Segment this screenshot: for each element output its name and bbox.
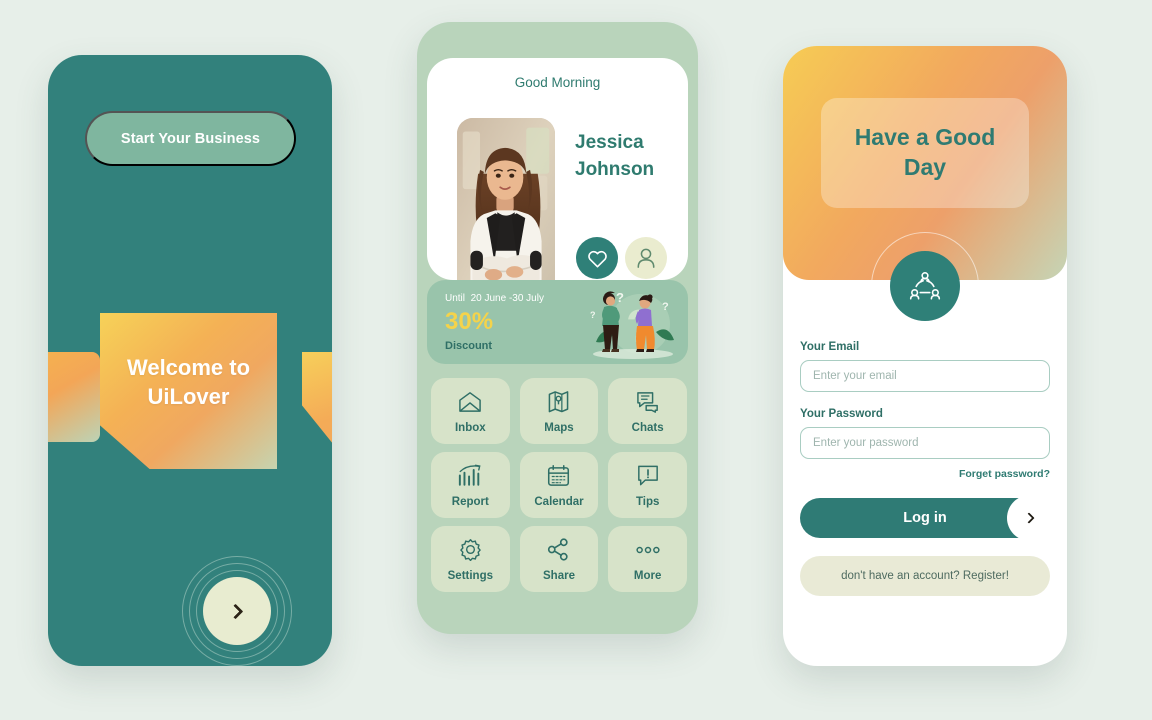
welcome-title: Welcome to UiLover xyxy=(126,354,251,409)
promo-percent: 30% xyxy=(445,308,494,335)
password-label: Your Password xyxy=(800,408,883,420)
chat-bubbles-icon xyxy=(636,389,660,415)
next-button-group xyxy=(182,556,292,666)
gear-icon xyxy=(459,537,482,563)
tile-more[interactable]: More xyxy=(608,526,687,592)
tile-label: More xyxy=(633,569,662,582)
greeting-text: Good Morning xyxy=(514,75,601,90)
map-pin-icon xyxy=(548,389,569,415)
svg-text:?: ? xyxy=(662,301,669,313)
calendar-icon xyxy=(547,463,570,489)
user-icon xyxy=(637,248,655,268)
favorite-button[interactable] xyxy=(576,237,618,279)
ellipsis-icon xyxy=(635,537,661,563)
promo-banner[interactable]: Until 20 June -30 July 30% Discount ? ? … xyxy=(427,280,688,364)
tile-tips[interactable]: Tips xyxy=(608,452,687,518)
phone-onboarding: Start Your Business Welcome to UiLover xyxy=(48,55,332,666)
login-form: Your Email Your Password Forget password… xyxy=(800,341,1053,596)
hero-text-panel: Have a Good Day xyxy=(821,98,1029,208)
login-arrow-button[interactable] xyxy=(1007,495,1053,541)
tile-chats[interactable]: Chats xyxy=(608,378,687,444)
envelope-open-icon xyxy=(458,389,482,415)
chevron-right-icon xyxy=(227,603,243,619)
tile-label: Report xyxy=(451,495,489,508)
tile-label: Calendar xyxy=(534,495,584,508)
login-button-label: Log in xyxy=(903,510,947,526)
email-input[interactable] xyxy=(800,360,1050,392)
app-shortcut-grid: Inbox Maps Chats Report Calendar Tips Se… xyxy=(431,378,687,592)
tile-inbox[interactable]: Inbox xyxy=(431,378,510,444)
start-business-label: Start Your Business xyxy=(120,130,261,147)
heart-icon xyxy=(587,250,607,268)
field-spacer xyxy=(800,392,1050,408)
phone-home: Good Morning Jessica Johnson Until 20 Ju… xyxy=(417,22,698,634)
password-input[interactable] xyxy=(800,427,1050,459)
profile-button[interactable] xyxy=(625,237,667,279)
decorative-tab-right xyxy=(302,352,332,444)
tile-settings[interactable]: Settings xyxy=(431,526,510,592)
tile-label: Tips xyxy=(635,495,660,508)
tile-label: Maps xyxy=(544,421,574,434)
exclamation-bubble-icon xyxy=(637,463,659,489)
brand-badge xyxy=(890,251,960,321)
register-label: don't have an account? Register! xyxy=(841,570,1009,582)
promo-date: Until 20 June -30 July xyxy=(445,293,544,304)
start-business-button[interactable]: Start Your Business xyxy=(85,111,296,166)
login-button[interactable]: Log in xyxy=(800,495,1053,541)
next-button[interactable] xyxy=(203,577,271,645)
share-nodes-icon xyxy=(547,537,570,563)
welcome-card: Welcome to UiLover xyxy=(100,313,277,469)
tile-report[interactable]: Report xyxy=(431,452,510,518)
tile-label: Share xyxy=(543,569,575,582)
decorative-tab-left xyxy=(48,352,100,442)
user-name: Jessica Johnson xyxy=(575,132,655,180)
register-link-button[interactable]: don't have an account? Register! xyxy=(800,556,1050,596)
forget-password-link[interactable]: Forget password? xyxy=(800,468,1050,480)
promo-caption: Discount xyxy=(445,340,493,352)
tile-label: Chats xyxy=(631,421,664,434)
two-people-question-illustration: ? ? ? ? xyxy=(590,290,674,359)
email-label: Your Email xyxy=(800,341,860,353)
tile-label: Inbox xyxy=(454,421,486,434)
chevron-right-icon xyxy=(1022,512,1035,524)
tile-calendar[interactable]: Calendar xyxy=(519,452,599,518)
screens-canvas: Start Your Business Welcome to UiLover Go… xyxy=(0,0,1152,720)
phone-login: Have a GoodDay Your Email Your Pass xyxy=(783,46,1067,666)
profile-card: Good Morning Jessica Johnson xyxy=(427,58,688,323)
bar-chart-growth-icon xyxy=(458,463,482,489)
tile-label: Settings xyxy=(447,569,494,582)
svg-text:?: ? xyxy=(616,290,624,305)
tile-share[interactable]: Share xyxy=(519,526,599,592)
hero-title: Have a Good Day xyxy=(854,124,996,180)
network-people-icon xyxy=(909,272,941,300)
tile-maps[interactable]: Maps xyxy=(519,378,599,444)
svg-text:?: ? xyxy=(590,310,596,320)
